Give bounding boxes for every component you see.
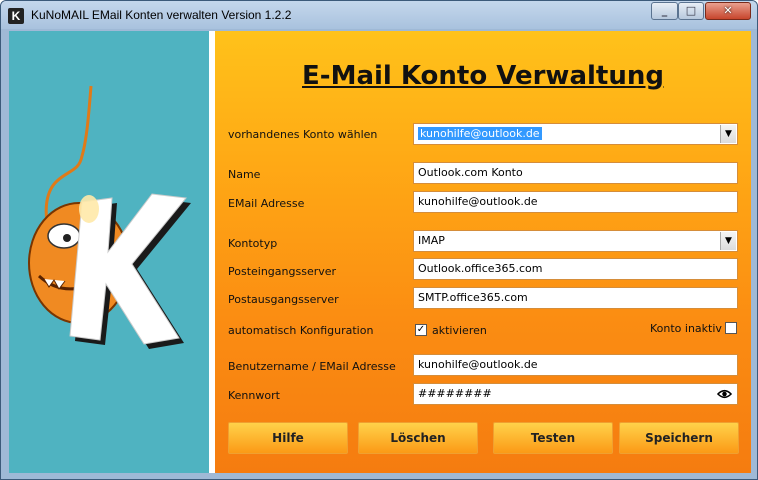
inactive-label[interactable]: Konto inaktiv (650, 322, 722, 335)
close-button[interactable]: ✕ (705, 2, 751, 20)
main-panel: E-Mail Konto Verwaltung vorhandenes Kont… (215, 31, 751, 473)
name-input[interactable]: Outlook.com Konto (413, 162, 738, 184)
maximize-button[interactable]: □ (678, 2, 704, 20)
outgoing-server-label: Postausgangsserver (228, 293, 339, 306)
account-type-value: IMAP (418, 234, 445, 247)
save-button[interactable]: Speichern (619, 422, 739, 454)
auto-config-checkbox-label[interactable]: aktivieren (432, 324, 487, 337)
auto-config-checkbox[interactable]: ✓ (415, 324, 427, 336)
account-select-label: vorhandenes Konto wählen (228, 128, 378, 141)
password-input[interactable]: ######## (413, 383, 738, 405)
minimize-button[interactable]: _ (651, 2, 678, 20)
help-button[interactable]: Hilfe (228, 422, 348, 454)
account-select-value: kunohilfe@outlook.de (418, 127, 542, 140)
sidebar-brand-panel (9, 31, 209, 473)
name-label: Name (228, 168, 261, 181)
page-title: E-Mail Konto Verwaltung (302, 61, 664, 91)
chevron-down-icon[interactable]: ▼ (720, 232, 736, 250)
username-label: Benutzername / EMail Adresse (228, 360, 396, 373)
eye-icon[interactable] (717, 389, 732, 399)
title-bar[interactable]: K KuNoMAIL EMail Konten verwalten Versio… (1, 1, 757, 29)
password-label: Kennwort (228, 389, 280, 402)
chevron-down-icon[interactable]: ▼ (720, 125, 736, 143)
test-button[interactable]: Testen (493, 422, 613, 454)
email-label: EMail Adresse (228, 197, 305, 210)
minimize-icon: _ (661, 4, 668, 17)
inactive-checkbox[interactable] (725, 322, 737, 334)
outgoing-server-input[interactable]: SMTP.office365.com (413, 287, 738, 309)
username-input[interactable]: kunohilfe@outlook.de (413, 354, 738, 376)
incoming-server-input[interactable]: Outlook.office365.com (413, 258, 738, 280)
delete-button[interactable]: Löschen (358, 422, 478, 454)
auto-config-label: automatisch Konfiguration (228, 324, 374, 337)
incoming-server-label: Posteingangsserver (228, 265, 337, 278)
maximize-icon: □ (685, 4, 697, 17)
mascot-logo-icon (28, 85, 191, 349)
close-icon: ✕ (723, 4, 733, 17)
password-value: ######## (418, 387, 492, 400)
window-title: KuNoMAIL EMail Konten verwalten Version … (31, 8, 292, 22)
app-window: K KuNoMAIL EMail Konten verwalten Versio… (0, 0, 758, 480)
app-logo-icon: K (8, 8, 24, 24)
email-input[interactable]: kunohilfe@outlook.de (413, 191, 738, 213)
account-type-label: Kontotyp (228, 237, 278, 250)
dialog-client-area: E-Mail Konto Verwaltung vorhandenes Kont… (9, 31, 751, 473)
account-type-dropdown[interactable]: IMAP ▼ (413, 230, 738, 252)
account-select-dropdown[interactable]: kunohilfe@outlook.de ▼ (413, 123, 738, 145)
